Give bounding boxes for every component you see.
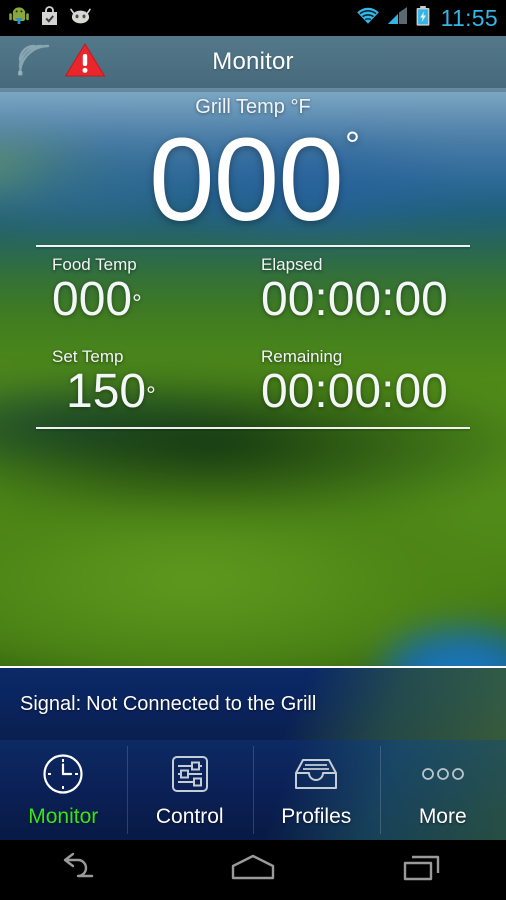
tab-monitor[interactable]: Monitor bbox=[0, 740, 127, 840]
food-temp-label: Food Temp bbox=[52, 255, 137, 274]
elapsed-label: Elapsed bbox=[261, 255, 323, 274]
cell-signal-icon bbox=[386, 6, 410, 31]
back-icon bbox=[56, 851, 112, 890]
food-temp-cell: Food Temp 000° bbox=[0, 255, 253, 327]
android-status-bar: 11:55 bbox=[0, 0, 506, 36]
tab-monitor-label: Monitor bbox=[28, 804, 99, 828]
set-temp-label: Set Temp bbox=[52, 347, 124, 366]
signal-status-text: Signal: Not Connected to the Grill bbox=[0, 693, 316, 716]
warning-triangle-icon[interactable] bbox=[64, 41, 106, 84]
back-button[interactable] bbox=[0, 851, 169, 890]
clock-icon bbox=[40, 752, 86, 796]
food-temp-degree: ° bbox=[132, 290, 142, 317]
tab-control-label: Control bbox=[155, 804, 224, 828]
phone-screen: 11:55 Monitor Grill Temp °F 000° Food Te… bbox=[0, 0, 506, 900]
recents-icon bbox=[396, 851, 448, 890]
three-circles-icon bbox=[419, 752, 467, 796]
signal-label: Signal: bbox=[20, 692, 82, 715]
tab-more-label: More bbox=[418, 804, 467, 828]
tab-control[interactable]: Control bbox=[126, 740, 254, 840]
elapsed-value: 00:00:00 bbox=[261, 273, 448, 326]
play-store-bag-icon bbox=[39, 5, 60, 32]
remaining-value: 00:00:00 bbox=[261, 365, 448, 418]
signal-status-panel: Signal: Not Connected to the Grill bbox=[0, 666, 506, 740]
tab-profiles[interactable]: Profiles bbox=[253, 740, 380, 840]
monitor-content: Grill Temp °F 000° Food Temp 000° Elapse… bbox=[0, 88, 506, 666]
inbox-tray-icon bbox=[292, 752, 340, 796]
status-bar-clock: 11:55 bbox=[440, 4, 498, 31]
set-temp-degree: ° bbox=[146, 382, 156, 409]
status-bar-notification-icons bbox=[8, 5, 92, 32]
home-button[interactable] bbox=[169, 851, 338, 890]
remaining-cell: Remaining 00:00:00 bbox=[253, 347, 506, 419]
android-head-icon bbox=[69, 6, 92, 31]
elapsed-cell: Elapsed 00:00:00 bbox=[253, 255, 506, 327]
sliders-icon bbox=[169, 752, 211, 796]
status-bar-system-icons: 11:55 bbox=[355, 5, 498, 32]
set-temp-value: 150° bbox=[52, 365, 253, 419]
android-navigation-bar bbox=[0, 840, 506, 900]
tab-profiles-label: Profiles bbox=[281, 804, 352, 828]
food-temp-value: 000° bbox=[52, 273, 253, 327]
bottom-tab-bar: Monitor Control Profiles More bbox=[0, 740, 506, 840]
battery-charging-icon bbox=[415, 5, 431, 32]
grill-temp-degree: ° bbox=[344, 125, 360, 167]
set-temp-number: 150 bbox=[66, 365, 147, 418]
readings-grid-row-2: Set Temp 150° Remaining 00:00:00 bbox=[0, 339, 506, 419]
grill-temp-value: 000° bbox=[0, 121, 506, 239]
signal-value: Not Connected to the Grill bbox=[86, 692, 317, 715]
tab-more[interactable]: More bbox=[379, 740, 506, 840]
signal-waves-icon bbox=[14, 40, 56, 85]
recents-button[interactable] bbox=[337, 851, 506, 890]
readings-panel: Grill Temp °F 000° Food Temp 000° Elapse… bbox=[0, 88, 506, 429]
readings-divider-bottom bbox=[36, 427, 470, 429]
remaining-label: Remaining bbox=[261, 347, 343, 366]
set-temp-cell[interactable]: Set Temp 150° bbox=[0, 347, 253, 419]
grill-temp-number: 000 bbox=[148, 114, 344, 246]
wifi-icon bbox=[355, 6, 381, 31]
home-icon bbox=[224, 851, 282, 890]
android-mascot-icon bbox=[8, 5, 30, 32]
food-temp-number: 000 bbox=[52, 273, 133, 326]
app-title-bar: Monitor bbox=[0, 36, 506, 88]
readings-grid-row-1: Food Temp 000° Elapsed 00:00:00 bbox=[0, 247, 506, 327]
